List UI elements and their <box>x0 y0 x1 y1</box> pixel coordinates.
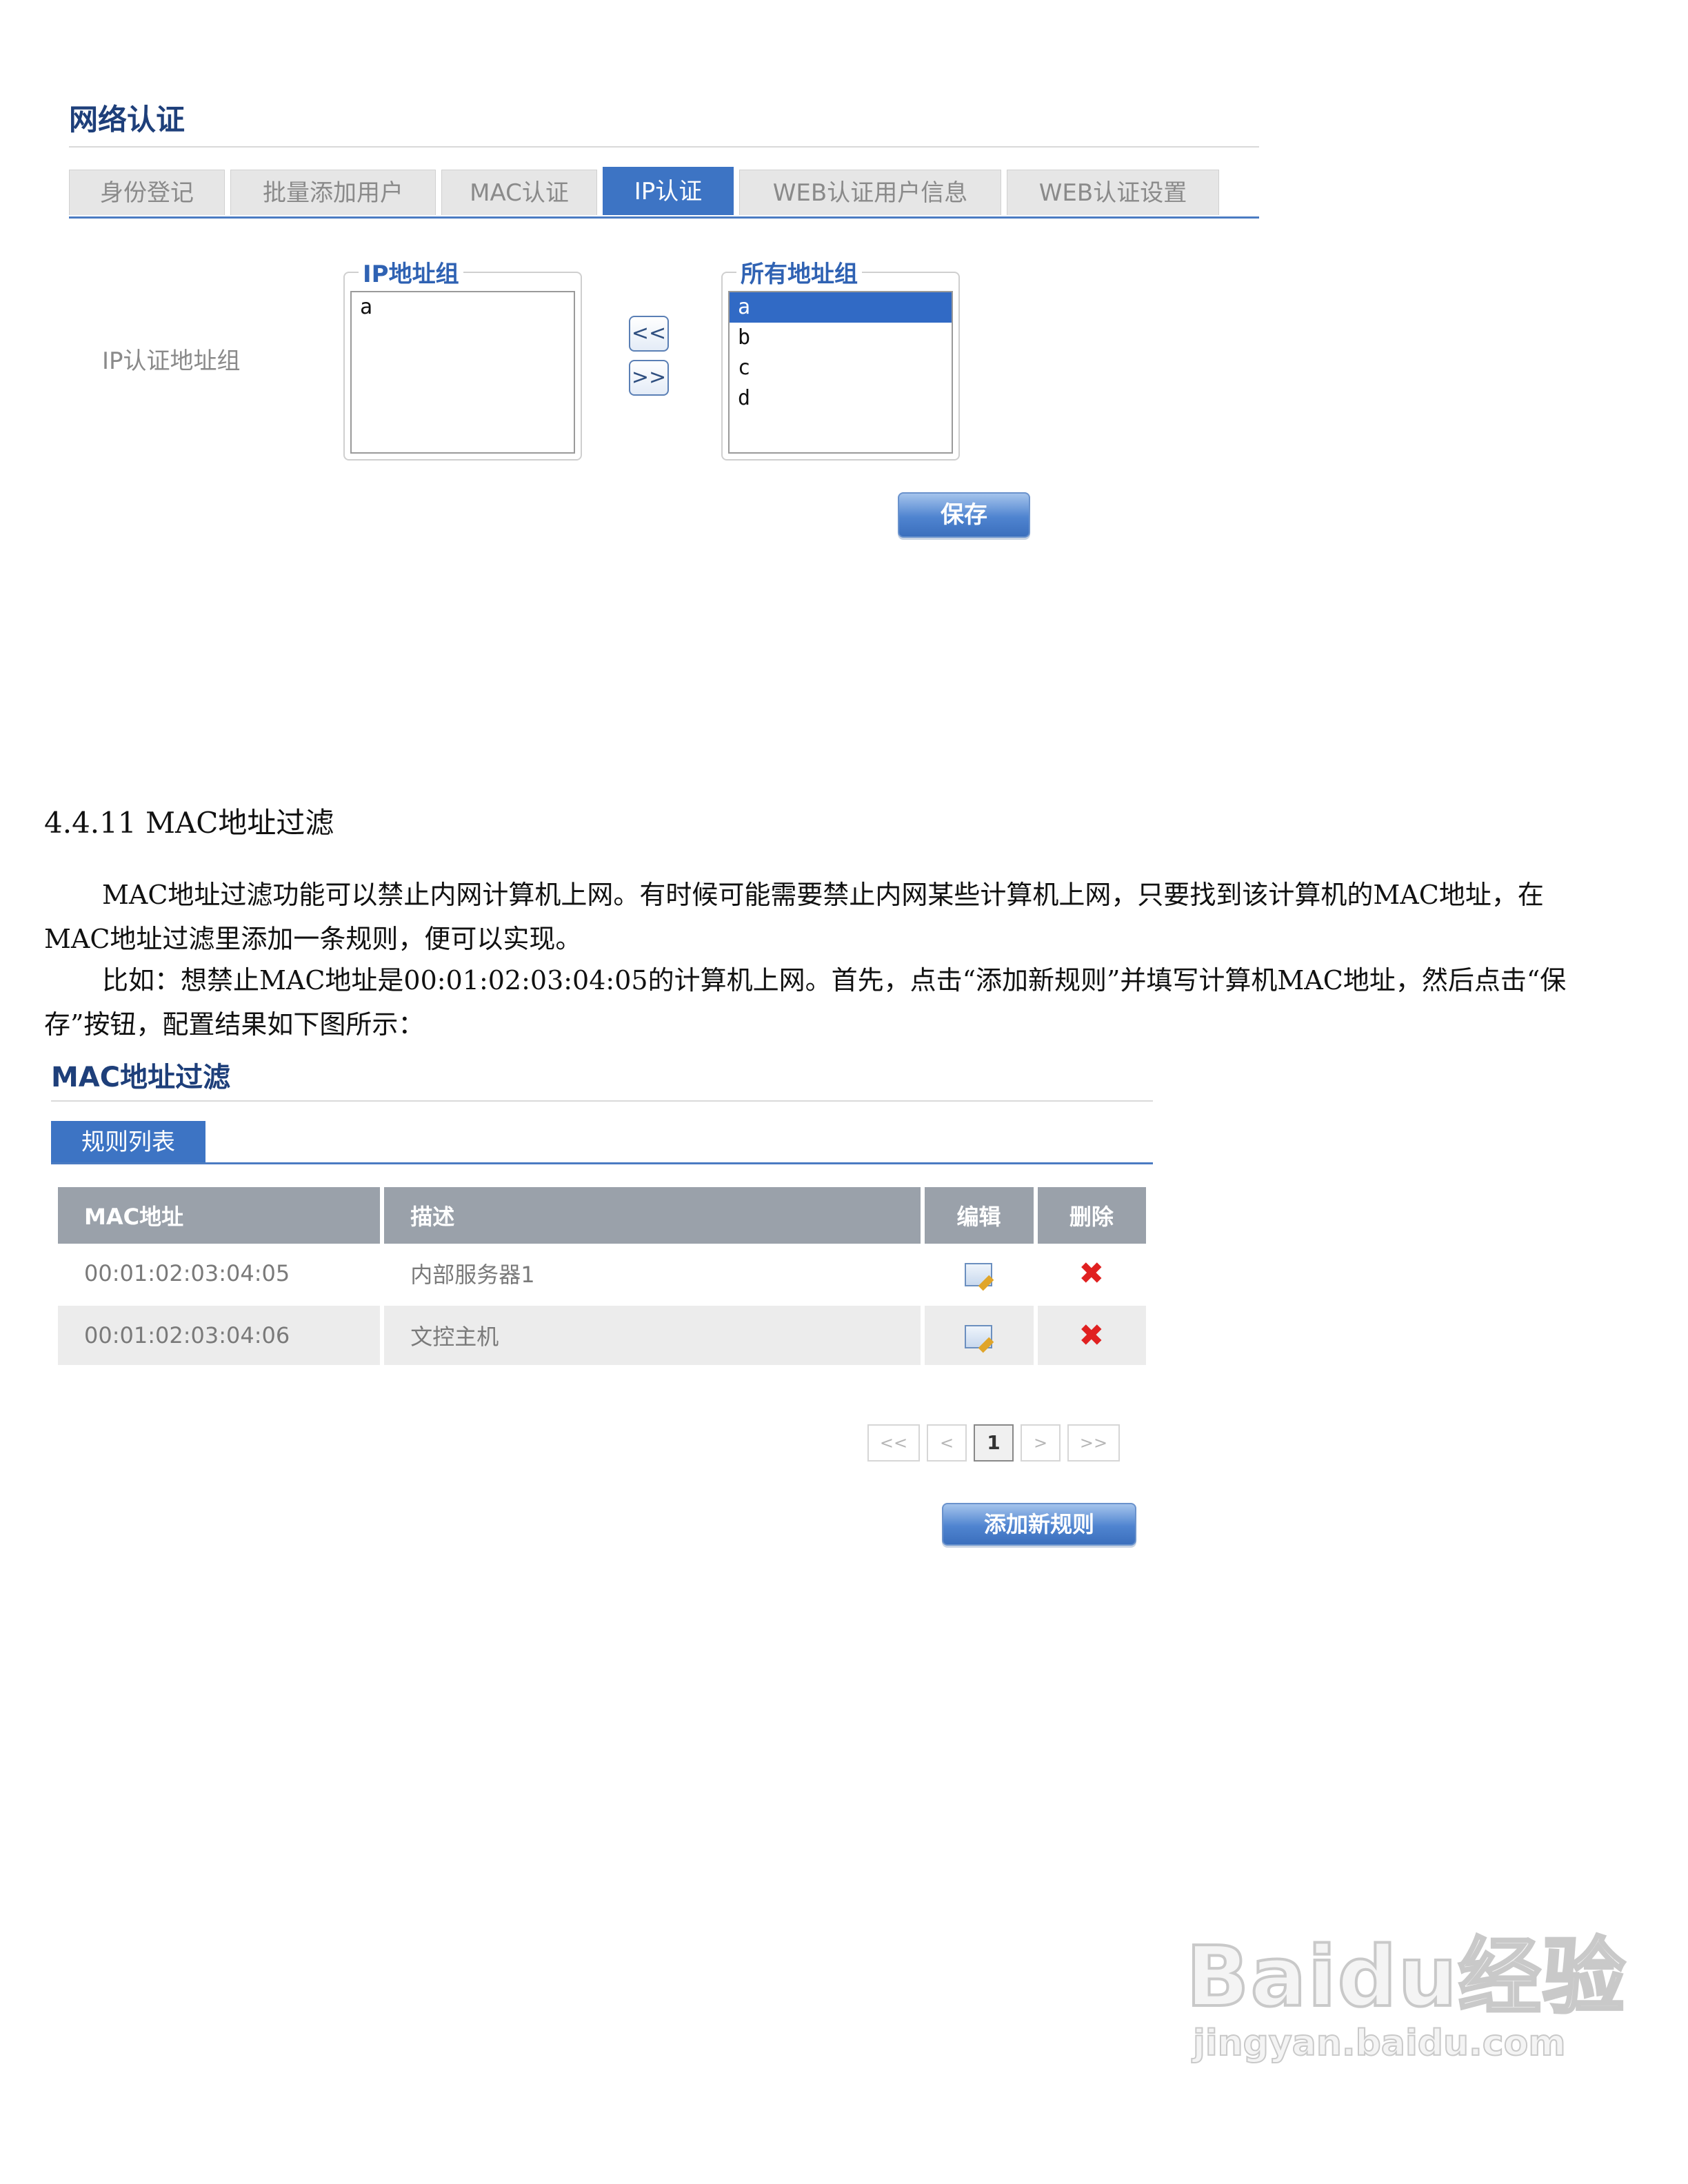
move-left-button[interactable]: << <box>629 316 669 352</box>
table-row: 00:01:02:03:04:05 内部服务器1 ✖ <box>58 1244 1146 1306</box>
edit-icon[interactable] <box>965 1263 993 1286</box>
save-button[interactable]: 保存 <box>898 492 1030 538</box>
tab-rule-list[interactable]: 规则列表 <box>51 1121 205 1164</box>
add-new-rule-button[interactable]: 添加新规则 <box>942 1503 1136 1546</box>
list-item[interactable]: a <box>730 292 952 323</box>
tab-ip-auth[interactable]: IP认证 <box>603 167 734 215</box>
edit-icon[interactable] <box>965 1325 993 1348</box>
delete-icon[interactable]: ✖ <box>1078 1318 1104 1353</box>
mac-rule-table: MAC地址 描述 编辑 删除 00:01:02:03:04:05 内部服务器1 … <box>54 1187 1150 1368</box>
tab-identity-register[interactable]: 身份登记 <box>69 170 225 215</box>
watermark-brand: Baidu经验 <box>1185 1928 1627 2027</box>
column-header-description: 描述 <box>384 1187 921 1244</box>
list-item[interactable]: d <box>730 383 952 414</box>
last-page-button[interactable]: >> <box>1067 1424 1120 1462</box>
ip-address-group-box: IP地址组 a <box>343 255 582 461</box>
watermark-url: jingyan.baidu.com <box>1192 2022 1567 2065</box>
tab-underline <box>69 216 1259 219</box>
title-divider <box>51 1100 1153 1102</box>
mac-cell: 00:01:02:03:04:05 <box>58 1244 381 1306</box>
title-divider <box>69 146 1259 148</box>
tab-mac-auth[interactable]: MAC认证 <box>441 170 597 215</box>
column-header-edit: 编辑 <box>925 1187 1034 1244</box>
tab-web-auth-settings[interactable]: WEB认证设置 <box>1007 170 1219 215</box>
mac-cell: 00:01:02:03:04:06 <box>58 1306 381 1368</box>
pagination: << < 1 > >> <box>867 1424 1120 1462</box>
auth-tab-bar: 身份登记 批量添加用户 MAC认证 IP认证 WEB认证用户信息 WEB认证设置 <box>69 167 1219 218</box>
tab-batch-add-users[interactable]: 批量添加用户 <box>230 170 436 215</box>
move-right-button[interactable]: >> <box>629 360 669 396</box>
current-page-button[interactable]: 1 <box>974 1424 1014 1462</box>
network-auth-title: 网络认证 <box>69 103 185 136</box>
description-cell: 内部服务器1 <box>384 1244 921 1306</box>
list-item[interactable]: a <box>352 292 574 323</box>
tab-underline <box>51 1162 1153 1164</box>
all-address-group-list[interactable]: a b c d <box>728 291 953 454</box>
all-address-group-box: 所有地址组 a b c d <box>721 255 960 461</box>
ip-address-group-list[interactable]: a <box>350 291 575 454</box>
list-item[interactable]: b <box>730 323 952 353</box>
ip-address-group-legend: IP地址组 <box>359 255 463 289</box>
first-page-button[interactable]: << <box>867 1424 920 1462</box>
column-header-delete: 删除 <box>1037 1187 1146 1244</box>
next-page-button[interactable]: > <box>1021 1424 1061 1462</box>
baidu-watermark: Baidu经验 jingyan.baidu.com <box>1185 1910 1627 2065</box>
paragraph-intro: MAC地址过滤功能可以禁止内网计算机上网。有时候可能需要禁止内网某些计算机上网，… <box>44 880 1544 954</box>
prev-page-button[interactable]: < <box>927 1424 967 1462</box>
mac-filter-title: MAC地址过滤 <box>51 1062 231 1093</box>
all-address-group-legend: 所有地址组 <box>736 255 862 289</box>
column-header-mac: MAC地址 <box>58 1187 381 1244</box>
tab-web-auth-user-info[interactable]: WEB认证用户信息 <box>739 170 1001 215</box>
list-item[interactable]: c <box>730 353 952 383</box>
table-header-row: MAC地址 描述 编辑 删除 <box>58 1187 1146 1244</box>
paragraph-example: 比如：想禁止MAC地址是00:01:02:03:04:05的计算机上网。首先，点… <box>44 965 1567 1040</box>
ip-auth-group-label: IP认证地址组 <box>102 347 241 375</box>
table-row: 00:01:02:03:04:06 文控主机 ✖ <box>58 1306 1146 1368</box>
description-cell: 文控主机 <box>384 1306 921 1368</box>
delete-icon[interactable]: ✖ <box>1078 1256 1104 1291</box>
section-heading: 4.4.11 MAC地址过滤 <box>44 806 334 840</box>
